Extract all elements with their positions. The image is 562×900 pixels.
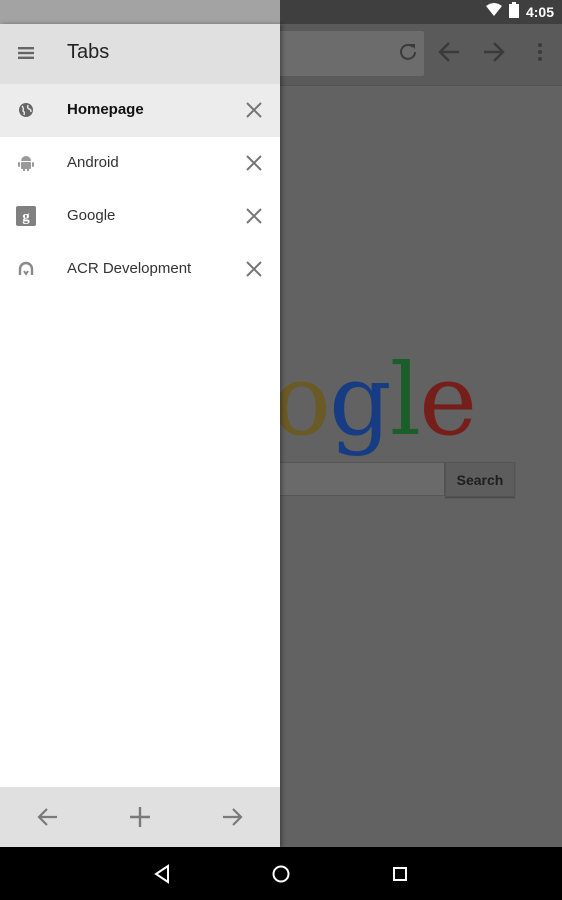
- drawer-footer: [0, 787, 280, 847]
- globe-icon: [16, 100, 36, 120]
- forward-arrow-icon[interactable]: [482, 40, 506, 69]
- acr-icon: [16, 259, 36, 279]
- close-icon[interactable]: [244, 206, 264, 226]
- back-arrow-icon[interactable]: [35, 805, 59, 829]
- wifi-icon: [485, 2, 502, 22]
- back-triangle-icon[interactable]: [150, 862, 174, 886]
- logo-letter: e: [419, 344, 477, 458]
- menu-icon[interactable]: [18, 46, 34, 65]
- close-icon[interactable]: [244, 100, 264, 120]
- android-icon: [16, 153, 36, 173]
- tab-label: Homepage: [67, 101, 144, 118]
- status-time: 4:05: [525, 4, 554, 20]
- home-circle-icon[interactable]: [269, 862, 293, 886]
- logo-letter: o: [272, 344, 331, 458]
- google-logo: ogle: [272, 344, 477, 474]
- tab-label: Google: [67, 207, 116, 224]
- google-g-icon: g: [16, 206, 36, 226]
- tab-item-android[interactable]: Android: [0, 137, 280, 190]
- search-button[interactable]: Search: [445, 462, 515, 497]
- svg-text:g: g: [22, 209, 30, 225]
- recents-square-icon[interactable]: [388, 862, 412, 886]
- drawer-status-tint: [0, 0, 280, 24]
- search-input[interactable]: [270, 462, 445, 496]
- tab-item-homepage[interactable]: Homepage: [0, 84, 280, 137]
- battery-icon: [508, 1, 519, 23]
- system-nav-bar: [0, 847, 562, 900]
- tab-list: Homepage Android g Google ACR Developmen…: [0, 84, 280, 296]
- tab-item-acr-development[interactable]: ACR Development: [0, 243, 280, 296]
- back-arrow-icon[interactable]: [437, 40, 461, 69]
- tab-item-google[interactable]: g Google: [0, 190, 280, 243]
- tab-label: ACR Development: [67, 260, 192, 277]
- url-bar[interactable]: [270, 31, 424, 76]
- tabs-drawer: Tabs Homepage Android g Google ACR Devel…: [0, 24, 280, 847]
- logo-letter: l: [389, 344, 421, 458]
- status-icons: 4:05: [485, 0, 554, 24]
- drawer-title: Tabs: [67, 41, 110, 63]
- status-bar: 4:05: [0, 0, 562, 24]
- close-icon[interactable]: [244, 153, 264, 173]
- forward-arrow-icon[interactable]: [221, 805, 245, 829]
- overflow-menu-icon[interactable]: [528, 40, 552, 69]
- drawer-header: Tabs: [0, 24, 280, 84]
- refresh-icon[interactable]: [398, 42, 418, 67]
- close-icon[interactable]: [244, 259, 264, 279]
- tab-label: Android: [67, 154, 119, 171]
- plus-icon[interactable]: [128, 805, 152, 829]
- logo-letter: g: [329, 344, 392, 458]
